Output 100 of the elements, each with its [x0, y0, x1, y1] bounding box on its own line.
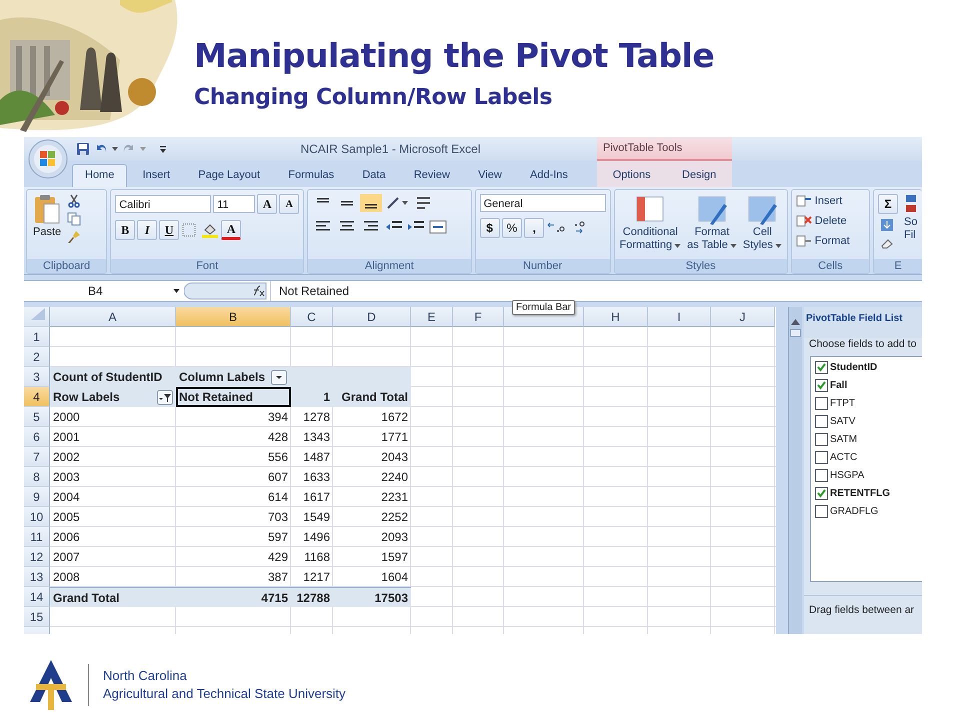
- delete-cells-icon: [796, 214, 812, 228]
- italic-button[interactable]: I: [137, 220, 158, 240]
- scroll-thumb[interactable]: [790, 329, 801, 337]
- field-name[interactable]: ACTC: [830, 452, 858, 463]
- tooltip: Formula Bar: [512, 300, 576, 315]
- checkbox[interactable]: [815, 361, 828, 374]
- column-header[interactable]: E: [411, 307, 453, 327]
- ribbon-tab[interactable]: Review: [400, 164, 463, 187]
- ribbon-tab[interactable]: Home: [72, 164, 128, 187]
- row-header[interactable]: 13: [24, 567, 50, 587]
- row-header[interactable]: 3: [24, 367, 50, 387]
- checkbox[interactable]: [815, 397, 828, 410]
- field-name[interactable]: FTPT: [830, 398, 855, 409]
- table-cell: 429: [268, 550, 288, 564]
- column-header[interactable]: I: [648, 307, 711, 327]
- ribbon-tab[interactable]: Insert: [130, 164, 184, 187]
- filter-icon[interactable]: [157, 390, 173, 404]
- name-box[interactable]: B4: [24, 281, 184, 301]
- checkbox[interactable]: [815, 505, 828, 518]
- sort-icon[interactable]: [904, 194, 918, 214]
- checkbox[interactable]: [815, 379, 828, 392]
- table-cell: Grand Total: [53, 590, 120, 604]
- sort-filter-label[interactable]: So Fil: [904, 216, 918, 242]
- row-header[interactable]: 9: [24, 487, 50, 507]
- customize-icon[interactable]: [160, 146, 166, 152]
- row-header[interactable]: 12: [24, 547, 50, 567]
- field-name[interactable]: SATV: [830, 416, 856, 427]
- dropdown-icon[interactable]: [271, 370, 288, 384]
- ribbon-tab[interactable]: Data: [349, 164, 399, 187]
- fill-color-icon[interactable]: [201, 222, 220, 238]
- field-name[interactable]: RETENTFLG: [830, 488, 890, 499]
- column-header[interactable]: D: [333, 307, 411, 327]
- font-name-field[interactable]: Calibri: [115, 195, 212, 213]
- column-header[interactable]: A: [50, 307, 176, 327]
- field-name[interactable]: SATM: [830, 434, 858, 445]
- table-cell: 2002: [53, 450, 80, 464]
- row-header[interactable]: 15: [24, 607, 50, 627]
- brush-icon[interactable]: [67, 230, 82, 244]
- column-header[interactable]: J: [711, 307, 775, 327]
- field-name[interactable]: GRADFLG: [830, 506, 878, 517]
- save-icon[interactable]: [76, 142, 90, 156]
- ribbon-tab[interactable]: Formulas: [275, 164, 348, 187]
- checkbox[interactable]: [815, 469, 828, 482]
- group-label: Font: [111, 259, 304, 273]
- style-button[interactable]: Conditional Formatting: [620, 194, 682, 255]
- checkbox[interactable]: [815, 487, 828, 500]
- checkbox[interactable]: [815, 415, 828, 428]
- number-format-field[interactable]: General: [480, 194, 606, 212]
- cells-button[interactable]: Format: [796, 234, 865, 248]
- checkbox[interactable]: [815, 451, 828, 464]
- ribbon-tab[interactable]: Add-Ins: [517, 164, 581, 187]
- field-name[interactable]: HSGPA: [830, 470, 864, 481]
- row-header[interactable]: 8: [24, 467, 50, 487]
- table-cell: 1549: [303, 510, 330, 524]
- bold-button[interactable]: B: [115, 220, 136, 240]
- font-size-field[interactable]: 11: [213, 195, 256, 213]
- table-cell: 2240: [381, 470, 408, 484]
- style-button[interactable]: Format as Table: [687, 194, 737, 255]
- cells-button[interactable]: Delete: [796, 214, 865, 228]
- column-header[interactable]: H: [584, 307, 648, 327]
- cells-button[interactable]: Insert: [796, 194, 865, 208]
- grow-font-button[interactable]: A: [257, 194, 278, 214]
- style-button[interactable]: Cell Styles: [742, 194, 782, 255]
- comma-button[interactable]: ,: [524, 218, 544, 238]
- fill-down-icon[interactable]: [880, 218, 896, 232]
- checkbox[interactable]: [815, 433, 828, 446]
- caret-icon[interactable]: [112, 147, 118, 151]
- paste-button[interactable]: Paste: [31, 194, 64, 255]
- scrollbar[interactable]: [788, 307, 802, 634]
- row-header[interactable]: 14: [24, 587, 50, 607]
- column-header[interactable]: B: [176, 307, 291, 327]
- row-header[interactable]: 2: [24, 347, 50, 367]
- ribbon-tab[interactable]: View: [465, 164, 515, 187]
- table-cell: 4715: [261, 590, 288, 604]
- ribbon-tab[interactable]: Design: [669, 164, 730, 187]
- row-header[interactable]: 5: [24, 407, 50, 427]
- scroll-up-icon[interactable]: [791, 319, 800, 325]
- shrink-font-button[interactable]: A: [279, 194, 300, 214]
- row-header[interactable]: 10: [24, 507, 50, 527]
- row-header[interactable]: 7: [24, 447, 50, 467]
- table-cell: 1597: [381, 550, 408, 564]
- copy-icon[interactable]: [67, 212, 82, 226]
- ribbon-tab[interactable]: Options: [600, 164, 664, 187]
- field-name[interactable]: Fall: [830, 380, 848, 391]
- row-header[interactable]: 11: [24, 527, 50, 547]
- row-header[interactable]: 6: [24, 427, 50, 447]
- bottom-align-icon[interactable]: [360, 194, 382, 212]
- column-header[interactable]: F: [453, 307, 504, 327]
- underline-button[interactable]: U: [159, 220, 180, 240]
- field-name[interactable]: StudentID: [830, 362, 878, 373]
- currency-button[interactable]: $: [480, 218, 500, 238]
- column-header[interactable]: C: [291, 307, 333, 327]
- percent-button[interactable]: %: [502, 218, 522, 238]
- row-header[interactable]: 4: [24, 387, 50, 407]
- ribbon-tab[interactable]: Page Layout: [185, 164, 274, 187]
- sum-button[interactable]: Σ: [878, 194, 898, 214]
- format-cells-icon: [796, 234, 812, 248]
- font-color-button[interactable]: A: [221, 220, 242, 240]
- scissors-icon[interactable]: [67, 194, 82, 208]
- row-header[interactable]: 1: [24, 327, 50, 347]
